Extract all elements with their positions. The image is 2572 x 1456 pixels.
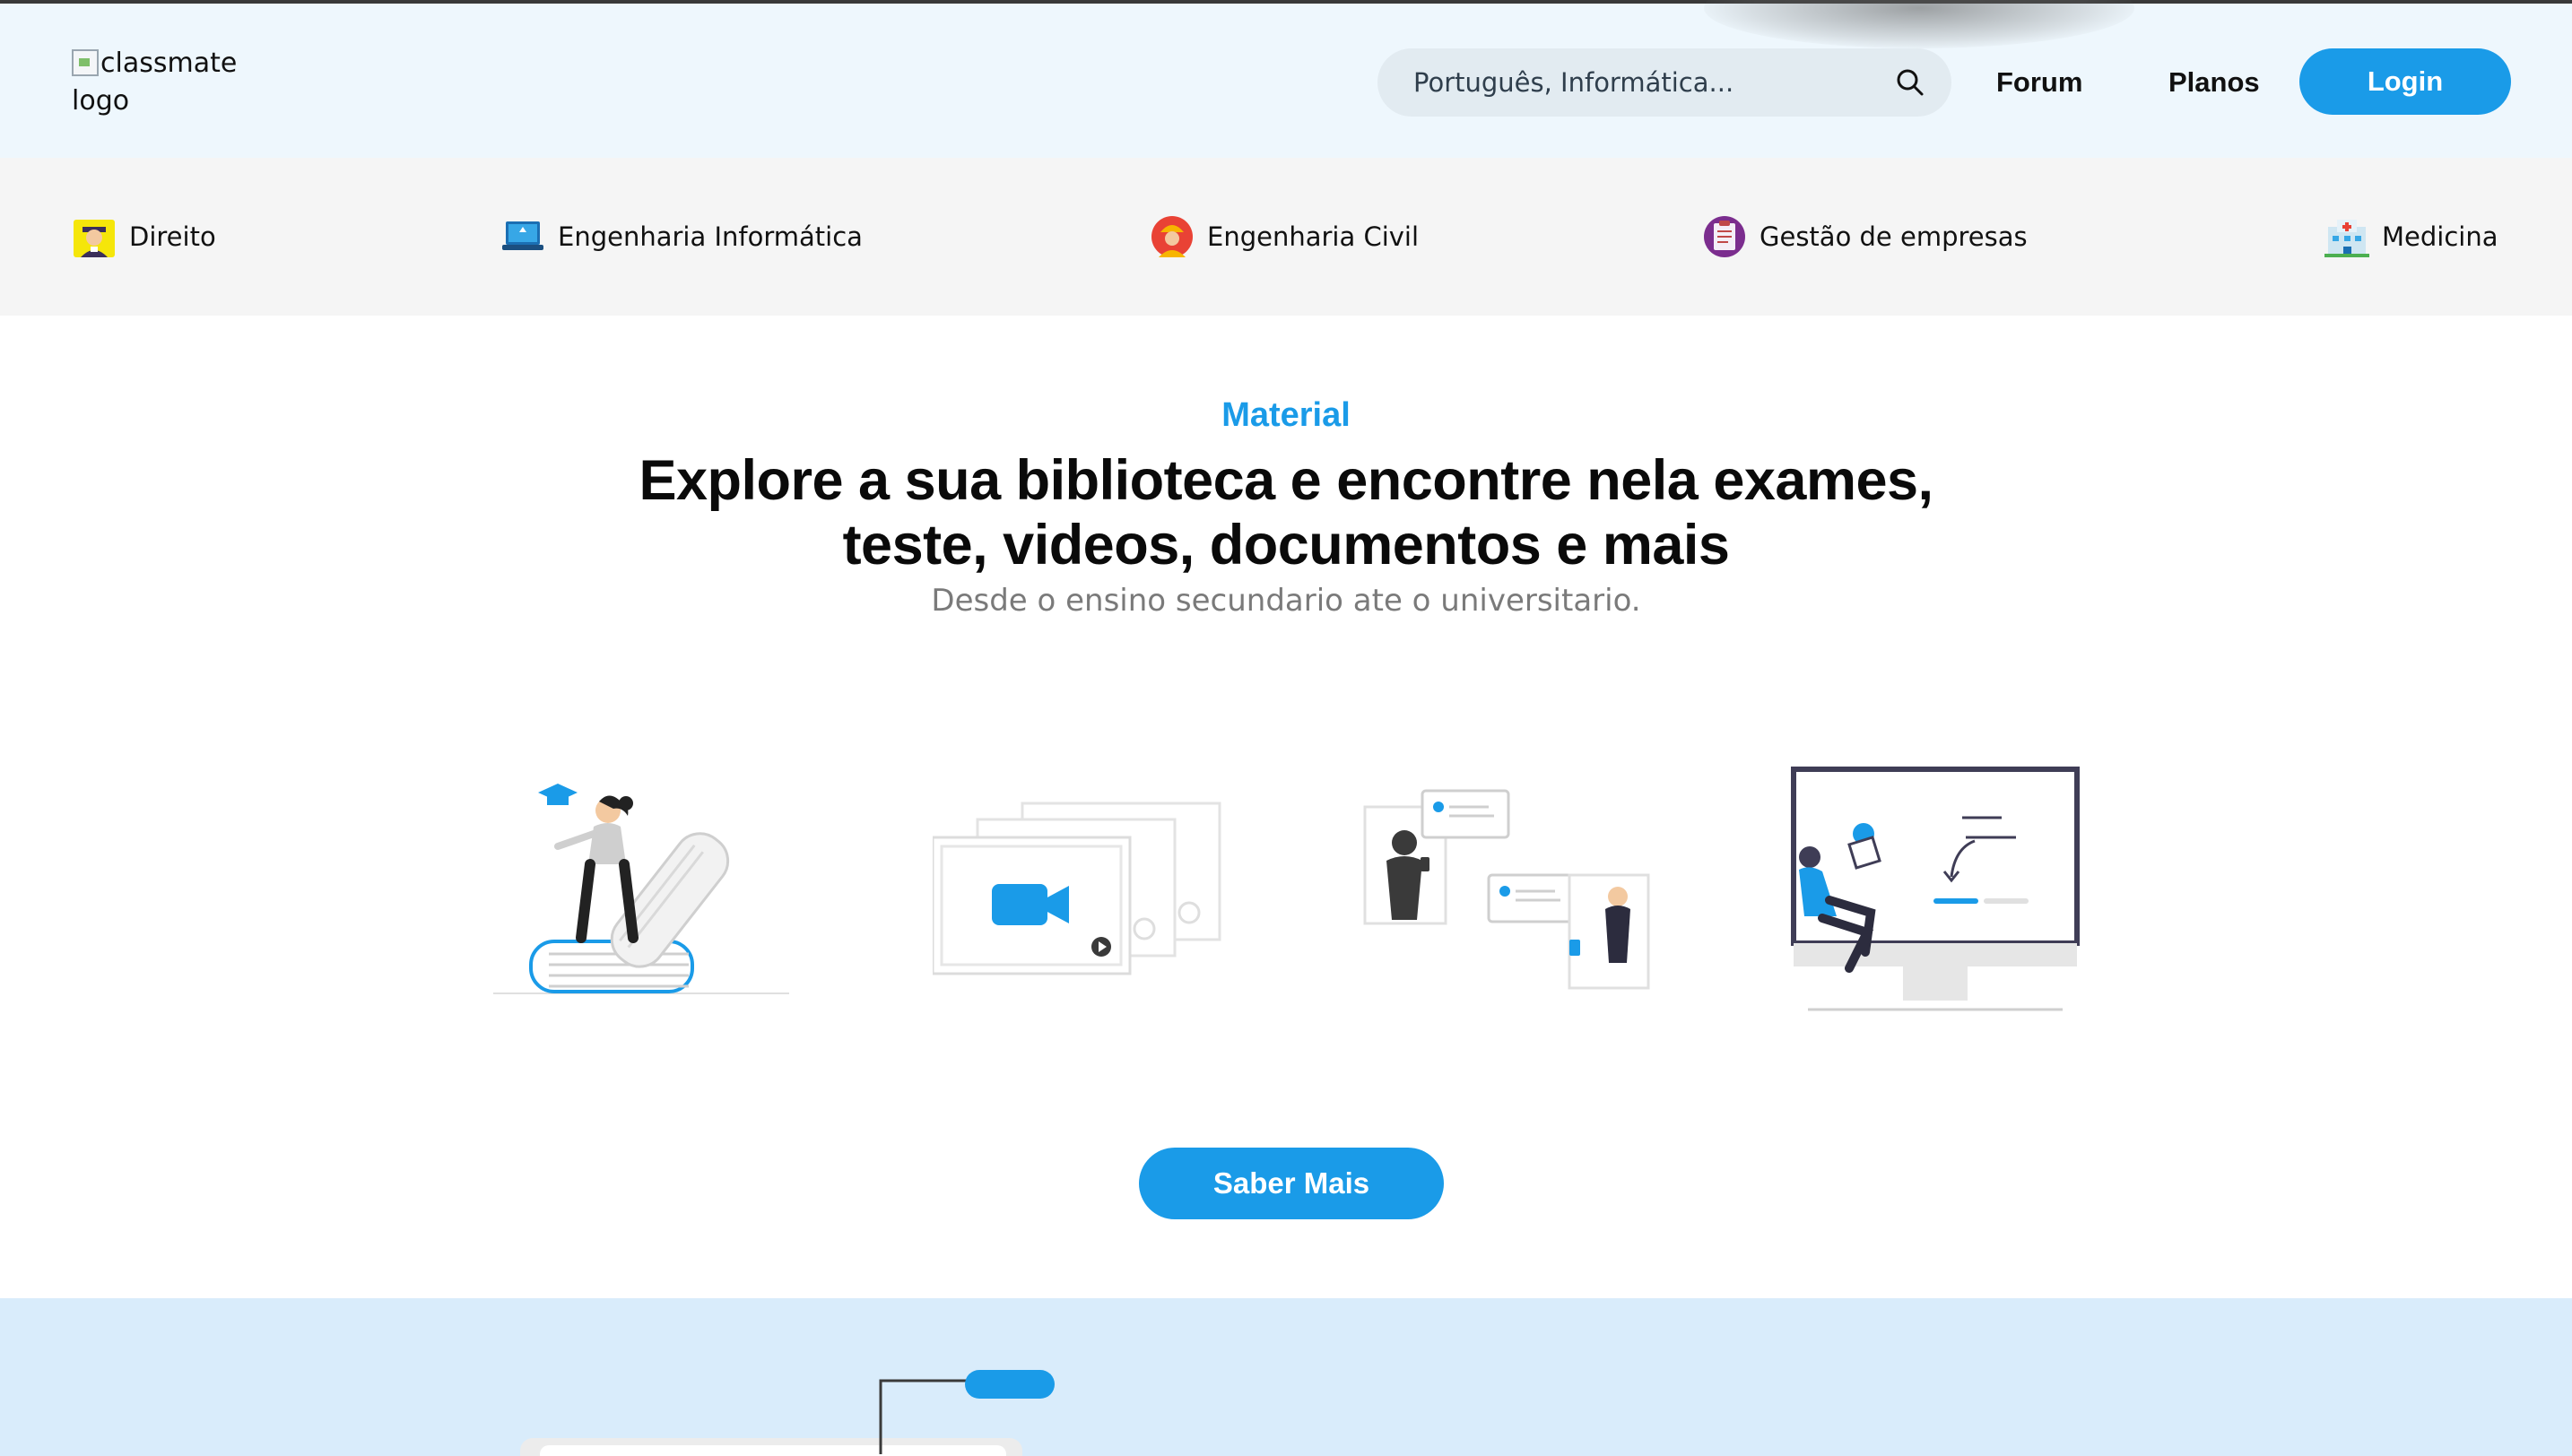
category-label: Gestão de empresas xyxy=(1760,221,2028,252)
cursor-shadow xyxy=(1704,0,2134,48)
headline-line-1: Explore a sua biblioteca e encontre nela… xyxy=(639,449,1933,512)
judge-icon xyxy=(74,220,115,257)
site-header: classmate logo Forum Planos Login xyxy=(0,0,2572,158)
category-engenharia-civil[interactable]: Engenharia Civil xyxy=(1150,212,1419,262)
engineer-icon xyxy=(1151,216,1193,257)
saber-mais-button[interactable]: Saber Mais xyxy=(1139,1148,1444,1219)
books-student-illustration xyxy=(493,784,789,994)
category-direito[interactable]: Direito xyxy=(72,212,216,262)
laptop-icon xyxy=(502,221,543,250)
nav-planos-link[interactable]: Planos xyxy=(2168,65,2260,100)
login-button[interactable]: Login xyxy=(2299,48,2511,115)
search-input[interactable] xyxy=(1413,48,1880,117)
lower-section xyxy=(0,1298,2572,1456)
video-illustration xyxy=(933,802,1221,975)
category-medicina[interactable]: Medicina xyxy=(2324,212,2498,262)
search-bar xyxy=(1377,48,1951,117)
section-subtitle: Desde o ensino secundario ate o universi… xyxy=(931,583,1641,619)
site-logo[interactable]: classmate logo xyxy=(72,45,278,120)
category-engenharia-informatica[interactable]: Engenharia Informática xyxy=(500,212,863,262)
hospital-icon xyxy=(2324,220,2369,257)
search-icon[interactable] xyxy=(1894,66,1926,99)
headline-line-2: teste, videos, documentos e mais xyxy=(842,514,1730,576)
section-headline: Explore a sua biblioteca e encontre nela… xyxy=(479,448,2093,577)
clipboard-icon xyxy=(1704,216,1745,257)
section-eyebrow: Material xyxy=(1221,396,1351,434)
category-gestao-de-empresas[interactable]: Gestão de empresas xyxy=(1702,212,2028,262)
category-label: Engenharia Civil xyxy=(1207,221,1420,252)
category-label: Engenharia Informática xyxy=(558,221,863,252)
broken-image-icon xyxy=(72,49,99,76)
nav-forum-link[interactable]: Forum xyxy=(1996,65,2082,100)
flowchart-illustration xyxy=(520,1370,1055,1456)
category-label: Medicina xyxy=(2382,221,2498,252)
monitor-illustration xyxy=(1791,767,2080,1011)
category-label: Direito xyxy=(129,221,216,252)
chat-illustration xyxy=(1363,789,1650,990)
category-bar: Direito Engenharia Informática Engenhari… xyxy=(0,158,2572,316)
